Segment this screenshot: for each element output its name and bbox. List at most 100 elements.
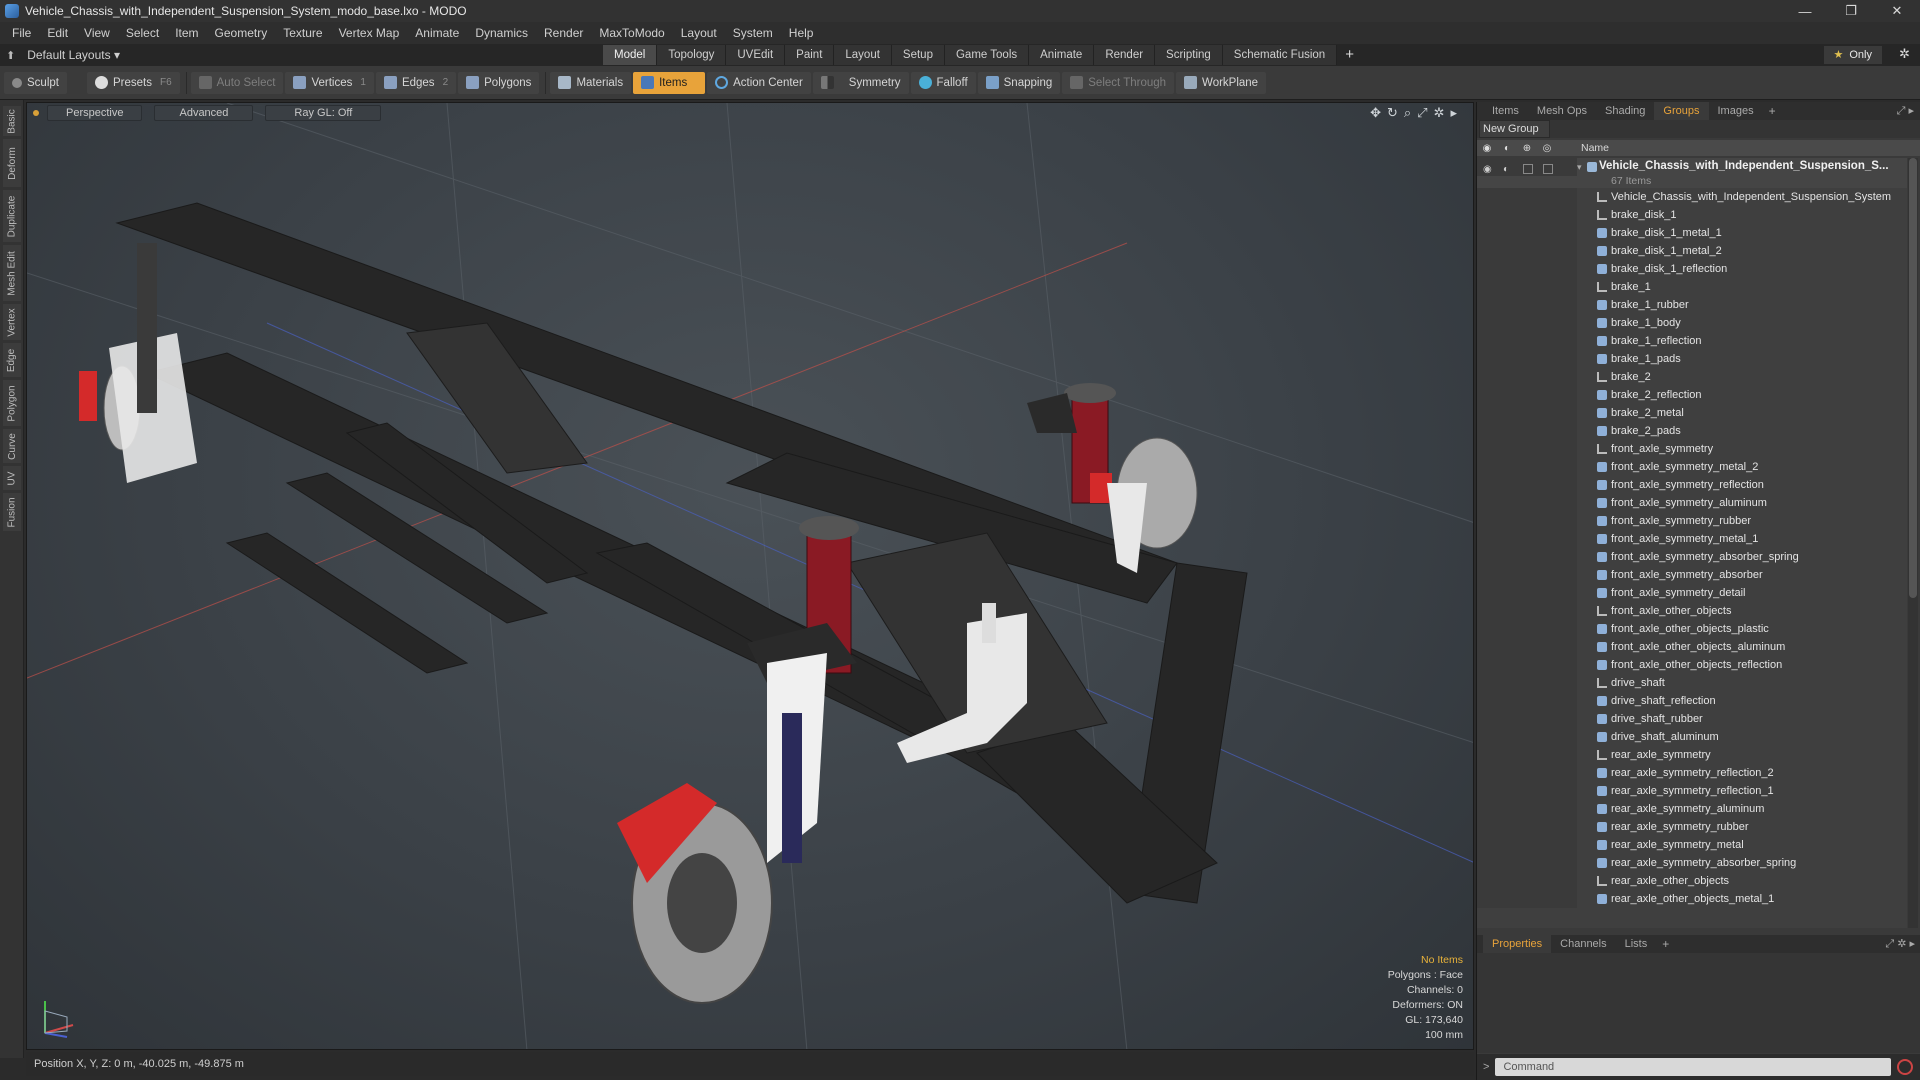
command-input[interactable]: Command — [1495, 1058, 1892, 1076]
scrollbar-thumb[interactable] — [1909, 158, 1917, 598]
tab-setup[interactable]: Setup — [891, 45, 945, 65]
list-item[interactable]: brake_1_pads — [1477, 350, 1907, 368]
list-item[interactable]: brake_1_rubber — [1477, 296, 1907, 314]
fit-icon[interactable]: ⤢ — [1417, 105, 1427, 121]
menu-view[interactable]: View — [76, 22, 118, 44]
only-toggle[interactable]: ★ Only — [1823, 46, 1882, 64]
tab-scripting[interactable]: Scripting — [1155, 45, 1223, 65]
sculpt-button[interactable]: Sculpt — [4, 71, 67, 94]
items-button[interactable]: Items — [633, 71, 706, 94]
select-column-icon[interactable]: ◎ — [1537, 143, 1557, 154]
maximize-icon[interactable]: ❐ — [1828, 0, 1874, 22]
list-item[interactable]: rear_axle_symmetry_metal — [1477, 836, 1907, 854]
list-item[interactable]: front_axle_symmetry_absorber_spring — [1477, 548, 1907, 566]
falloff-button[interactable]: Falloff — [910, 71, 976, 94]
menu-geometry[interactable]: Geometry — [207, 22, 276, 44]
materials-button[interactable]: Materials — [550, 71, 632, 94]
tab-render[interactable]: Render — [1094, 45, 1156, 65]
shading-button[interactable]: Advanced — [154, 105, 254, 121]
viewport-settings-icon[interactable]: ✲ — [1434, 105, 1445, 121]
list-item[interactable]: front_axle_symmetry_rubber — [1477, 512, 1907, 530]
list-item[interactable]: rear_axle_other_objects_metal_1 — [1477, 890, 1907, 908]
menu-item[interactable]: Item — [167, 22, 206, 44]
list-item[interactable]: brake_disk_1_metal_2 — [1477, 242, 1907, 260]
left-tab-fusion[interactable]: Fusion — [3, 493, 21, 531]
menu-animate[interactable]: Animate — [407, 22, 467, 44]
list-item[interactable]: brake_disk_1 — [1477, 206, 1907, 224]
left-tab-polygon[interactable]: Polygon — [3, 380, 21, 426]
action-center-button[interactable]: Action Center — [707, 71, 811, 94]
panel-tab-lists[interactable]: Lists — [1616, 935, 1657, 953]
list-item[interactable]: rear_axle_symmetry — [1477, 746, 1907, 764]
tab-layout[interactable]: Layout — [834, 45, 892, 65]
list-item[interactable]: front_axle_symmetry_metal_1 — [1477, 530, 1907, 548]
list-item[interactable]: brake_disk_1_metal_1 — [1477, 224, 1907, 242]
tab-schematic-fusion[interactable]: Schematic Fusion — [1222, 45, 1338, 65]
list-item[interactable]: Vehicle_Chassis_with_Independent_Suspens… — [1477, 188, 1907, 206]
zoom-icon[interactable]: ⌕ — [1404, 105, 1411, 121]
list-item[interactable]: drive_shaft_reflection — [1477, 692, 1907, 710]
add-panel-tab-icon[interactable]: + — [1656, 937, 1675, 951]
list-item[interactable]: brake_1_reflection — [1477, 332, 1907, 350]
left-tab-curve[interactable]: Curve — [3, 429, 21, 463]
menu-system[interactable]: System — [725, 22, 781, 44]
layout-dropdown[interactable]: ⬆ Default Layouts ▾ — [0, 48, 120, 62]
gear-icon[interactable]: ✲ — [1899, 46, 1910, 62]
panel-options-icon[interactable]: ⤢ ✲ ▸ — [1885, 937, 1915, 951]
new-group-button[interactable]: New Group — [1479, 120, 1550, 138]
list-item[interactable]: drive_shaft_rubber — [1477, 710, 1907, 728]
list-item[interactable]: brake_2_reflection — [1477, 386, 1907, 404]
view-mode-button[interactable]: Perspective — [47, 105, 143, 121]
list-item[interactable]: brake_1_body — [1477, 314, 1907, 332]
left-tab-uv[interactable]: UV — [3, 466, 21, 490]
list-item[interactable]: front_axle_other_objects_aluminum — [1477, 638, 1907, 656]
panel-tab-items[interactable]: Items — [1483, 102, 1528, 120]
list-item[interactable]: front_axle_symmetry_detail — [1477, 584, 1907, 602]
groups-scrollbar[interactable] — [1908, 158, 1918, 928]
panel-tab-images[interactable]: Images — [1709, 102, 1763, 120]
panel-tab-mesh-ops[interactable]: Mesh Ops — [1528, 102, 1596, 120]
select-through-button[interactable]: Select Through — [1062, 71, 1175, 94]
group-row[interactable]: ◉ ◐ ▾ Vehicle_Chassis_with_Independent_S… — [1477, 158, 1907, 188]
list-item[interactable]: front_axle_other_objects_plastic — [1477, 620, 1907, 638]
tab-topology[interactable]: Topology — [657, 45, 727, 65]
pan-icon[interactable]: ✥ — [1370, 105, 1381, 121]
expand-arrow-icon[interactable]: ▸ — [1450, 105, 1457, 121]
add-panel-tab-icon[interactable]: + — [1763, 104, 1782, 118]
minimize-icon[interactable]: — — [1782, 0, 1828, 22]
list-item[interactable]: front_axle_symmetry_aluminum — [1477, 494, 1907, 512]
viewport-menu-icon[interactable] — [33, 110, 39, 116]
panel-tab-properties[interactable]: Properties — [1483, 935, 1552, 953]
list-item[interactable]: front_axle_symmetry_absorber — [1477, 566, 1907, 584]
list-item[interactable]: drive_shaft_aluminum — [1477, 728, 1907, 746]
tab-game-tools[interactable]: Game Tools — [944, 45, 1030, 65]
list-item[interactable]: brake_1 — [1477, 278, 1907, 296]
menu-select[interactable]: Select — [118, 22, 167, 44]
list-item[interactable]: brake_2 — [1477, 368, 1907, 386]
panel-tab-shading[interactable]: Shading — [1596, 102, 1654, 120]
vertices-button[interactable]: Vertices 1 — [285, 71, 374, 94]
menu-layout[interactable]: Layout — [673, 22, 725, 44]
edges-button[interactable]: Edges 2 — [375, 71, 457, 94]
list-item[interactable]: front_axle_symmetry — [1477, 440, 1907, 458]
left-tab-deform[interactable]: Deform — [3, 139, 21, 187]
menu-edit[interactable]: Edit — [39, 22, 76, 44]
render-column-icon[interactable]: ◐ — [1497, 143, 1517, 154]
panel-tab-groups[interactable]: Groups — [1654, 102, 1709, 120]
lock-checkbox[interactable] — [1523, 164, 1533, 174]
menu-texture[interactable]: Texture — [275, 22, 330, 44]
left-tab-basic[interactable]: Basic — [3, 106, 21, 136]
list-item[interactable]: brake_2_pads — [1477, 422, 1907, 440]
visibility-column-icon[interactable]: ◉ — [1477, 143, 1497, 154]
raygl-button[interactable]: Ray GL: Off — [265, 105, 382, 121]
menu-dynamics[interactable]: Dynamics — [467, 22, 536, 44]
list-item[interactable]: rear_axle_symmetry_rubber — [1477, 818, 1907, 836]
list-item[interactable]: brake_disk_1_reflection — [1477, 260, 1907, 278]
list-item[interactable]: front_axle_other_objects_reflection — [1477, 656, 1907, 674]
menu-help[interactable]: Help — [781, 22, 822, 44]
menu-vertex-map[interactable]: Vertex Map — [331, 22, 408, 44]
list-item[interactable]: front_axle_symmetry_reflection — [1477, 476, 1907, 494]
list-item[interactable]: rear_axle_other_objects — [1477, 872, 1907, 890]
tab-animate[interactable]: Animate — [1029, 45, 1095, 65]
panel-expand-icon[interactable]: ⤢ ▸ — [1897, 104, 1914, 118]
